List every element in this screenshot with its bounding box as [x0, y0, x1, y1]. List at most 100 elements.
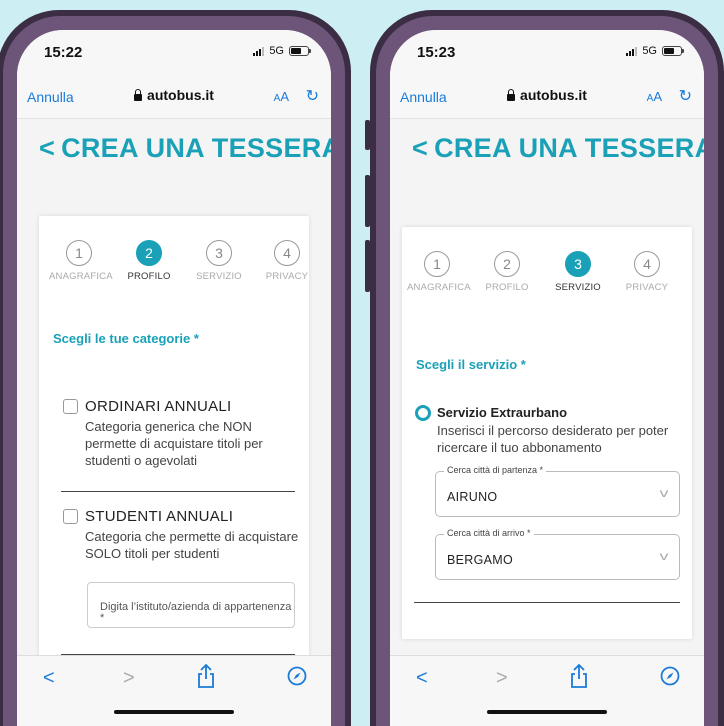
institute-input[interactable]: Digita l’istituto/azienda di appartenenz…	[87, 582, 295, 628]
category-title[interactable]: ORDINARI ANNUALI	[85, 398, 232, 415]
step-label: PROFILO	[485, 282, 529, 293]
lock-icon	[134, 89, 143, 101]
step-number: 3	[206, 240, 232, 266]
service-title[interactable]: Servizio Extraurbano	[437, 405, 567, 420]
battery-icon	[289, 46, 311, 56]
share-icon[interactable]	[570, 663, 588, 694]
browser-url-bar: Annulla autobus.it AA ↻	[390, 68, 704, 119]
step-label: SERVIZIO	[196, 271, 242, 282]
step-privacy[interactable]: 4 PRIVACY	[617, 251, 677, 293]
browser-toolbar: < >	[17, 655, 331, 726]
network-type: 5G	[642, 45, 657, 57]
status-bar: 15:22 5G	[17, 30, 331, 68]
status-icons: 5G	[626, 45, 684, 57]
compass-icon[interactable]	[287, 666, 307, 692]
category-description: Categoria che permette di acquistare SOL…	[85, 529, 299, 561]
section-title: Scegli il servizio *	[416, 357, 526, 372]
signal-icon	[253, 46, 265, 56]
status-time: 15:23	[417, 44, 456, 61]
page-content: < CREA UNA TESSERA 1 ANAGRAFICA 2 PROFILO…	[17, 119, 331, 656]
status-bar: 15:23 5G	[390, 30, 704, 68]
departure-value: AIRUNO	[447, 490, 498, 504]
text-size-button[interactable]: AA	[647, 89, 662, 104]
page-title: < CREA UNA TESSERA	[412, 133, 704, 164]
stepper: 1 ANAGRAFICA 2 PROFILO 3 SERVIZIO 4 PRIV…	[402, 251, 692, 299]
forward-icon[interactable]: >	[123, 667, 135, 690]
page-title: < CREA UNA TESSERA	[39, 133, 331, 164]
browser-toolbar: < >	[390, 655, 704, 726]
arrival-select[interactable]: Cerca città di arrivo * BERGAMO v	[435, 528, 680, 580]
category-title[interactable]: STUDENTI ANNUALI	[85, 508, 233, 525]
lock-icon	[507, 89, 516, 101]
divider	[61, 491, 295, 492]
departure-label: Cerca città di partenza *	[444, 465, 547, 475]
step-number: 1	[66, 240, 92, 266]
compass-icon[interactable]	[660, 666, 680, 692]
step-anagrafica[interactable]: 1 ANAGRAFICA	[49, 240, 113, 282]
form-card: 1 ANAGRAFICA 2 PROFILO 3 SERVIZIO 4 PRIV…	[402, 227, 692, 639]
step-anagrafica[interactable]: 1 ANAGRAFICA	[407, 251, 471, 293]
arrival-value: BERGAMO	[447, 553, 513, 567]
stepper: 1 ANAGRAFICA 2 PROFILO 3 SERVIZIO 4 PRIV…	[39, 240, 309, 288]
volume-down-button	[365, 240, 370, 292]
step-number: 4	[634, 251, 660, 277]
step-number: 1	[424, 251, 450, 277]
phone-bezel: 15:23 5G Annulla autobus.it AA ↻ < CREA U…	[376, 16, 718, 726]
step-label: ANAGRAFICA	[49, 271, 113, 282]
battery-icon	[662, 46, 684, 56]
status-time: 15:22	[44, 44, 83, 61]
checkbox-ordinari[interactable]	[63, 399, 78, 414]
network-type: 5G	[269, 45, 284, 57]
browser-url-bar: Annulla autobus.it AA ↻	[17, 68, 331, 119]
section-title: Scegli le tue categorie *	[53, 331, 199, 346]
mute-switch	[365, 120, 370, 150]
home-indicator	[114, 710, 234, 714]
step-label: ANAGRAFICA	[407, 282, 471, 293]
step-label: SERVIZIO	[555, 282, 601, 293]
chevron-down-icon: v	[659, 549, 669, 563]
url-text: autobus.it	[147, 87, 214, 103]
back-chevron-icon[interactable]: <	[412, 133, 428, 164]
step-profilo[interactable]: 2 PROFILO	[119, 240, 179, 282]
form-card: 1 ANAGRAFICA 2 PROFILO 3 SERVIZIO 4 PRIV…	[39, 216, 309, 656]
text-size-button[interactable]: AA	[274, 89, 289, 104]
step-servizio[interactable]: 3 SERVIZIO	[189, 240, 249, 282]
radio-extraurbano[interactable]	[415, 405, 431, 421]
home-indicator	[487, 710, 607, 714]
url-text: autobus.it	[520, 87, 587, 103]
volume-up-button	[365, 175, 370, 227]
share-icon[interactable]	[197, 663, 215, 694]
back-chevron-icon[interactable]: <	[39, 133, 55, 164]
arrival-label: Cerca città di arrivo *	[444, 528, 534, 538]
phone-left: 15:22 5G Annulla autobus.it AA ↻ < CREA U…	[0, 10, 351, 726]
step-label: PROFILO	[127, 271, 171, 282]
forward-icon[interactable]: >	[496, 667, 508, 690]
step-number: 4	[274, 240, 300, 266]
reload-icon[interactable]: ↻	[679, 86, 692, 106]
screen: 15:23 5G Annulla autobus.it AA ↻ < CREA U…	[390, 30, 704, 726]
step-number: 2	[494, 251, 520, 277]
step-privacy[interactable]: 4 PRIVACY	[257, 240, 317, 282]
divider	[414, 602, 680, 603]
screen: 15:22 5G Annulla autobus.it AA ↻ < CREA U…	[17, 30, 331, 726]
category-description: Categoria generica che NON permette di a…	[85, 419, 263, 468]
status-icons: 5G	[253, 45, 311, 57]
step-label: PRIVACY	[265, 271, 309, 282]
phone-bezel: 15:22 5G Annulla autobus.it AA ↻ < CREA U…	[3, 16, 345, 726]
signal-icon	[626, 46, 638, 56]
chevron-down-icon: v	[659, 486, 669, 500]
back-icon[interactable]: <	[416, 667, 428, 690]
back-icon[interactable]: <	[43, 667, 55, 690]
institute-placeholder: Digita l’istituto/azienda di appartenenz…	[100, 601, 292, 624]
step-label: PRIVACY	[625, 282, 669, 293]
checkbox-studenti[interactable]	[63, 509, 78, 524]
step-number: 3	[565, 251, 591, 277]
page-content: < CREA UNA TESSERA 1 ANAGRAFICA 2 PROFILO…	[390, 119, 704, 656]
service-description: Inserisci il percorso desiderato per pot…	[437, 423, 669, 455]
phone-right: 15:23 5G Annulla autobus.it AA ↻ < CREA U…	[365, 10, 724, 726]
departure-select[interactable]: Cerca città di partenza * AIRUNO v	[435, 465, 680, 517]
reload-icon[interactable]: ↻	[306, 86, 319, 106]
step-number: 2	[136, 240, 162, 266]
step-servizio[interactable]: 3 SERVIZIO	[548, 251, 608, 293]
step-profilo[interactable]: 2 PROFILO	[477, 251, 537, 293]
